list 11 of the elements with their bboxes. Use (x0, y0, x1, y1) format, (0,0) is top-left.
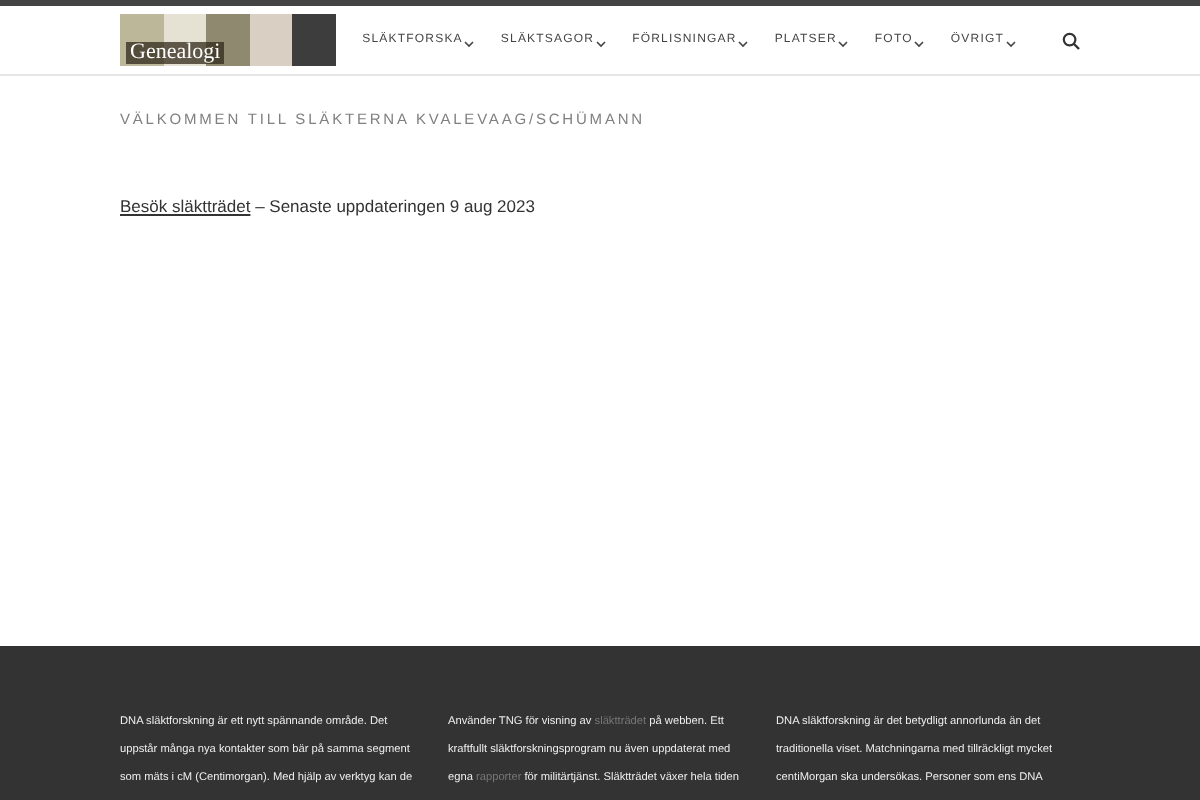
logo-photo-collage[interactable]: Genealogi (120, 14, 336, 66)
chevron-down-icon (738, 40, 749, 48)
chevron-down-icon (464, 40, 475, 48)
chevron-down-icon (596, 40, 607, 48)
chevron-down-icon (838, 40, 849, 48)
chevron-down-icon (914, 40, 925, 48)
family-tree-link[interactable]: Besök släktträdet (120, 196, 251, 217)
logo-text[interactable]: Genealogi (126, 42, 225, 64)
chevron-down-icon (1006, 40, 1016, 48)
update-note: Besök släktträdet – Senaste uppdateringen 9 aug 2023 (120, 194, 537, 220)
search-icon[interactable] (1062, 31, 1080, 49)
